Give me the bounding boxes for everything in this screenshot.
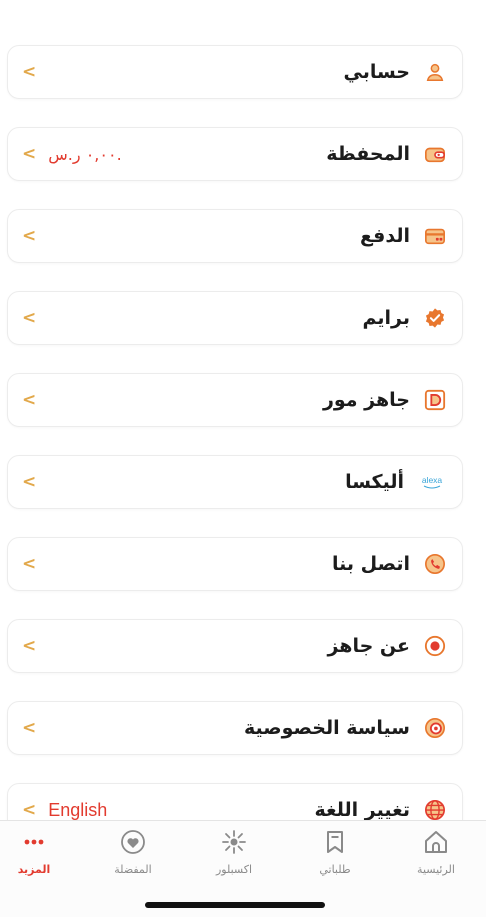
menu-item-contact-us[interactable]: < اتصل بنا <box>7 537 463 591</box>
more-dots-icon <box>21 829 47 859</box>
more-screen: < حسابي < ٠,٠٠ ر.س. المحفظة < الدفع < بر… <box>0 0 486 917</box>
menu-item-jahez-more[interactable]: < جاهز مور <box>7 373 463 427</box>
home-icon <box>423 829 449 859</box>
tab-label: اكسبلور <box>215 863 253 876</box>
tab-more[interactable]: المزيد <box>0 829 74 876</box>
tab-home[interactable]: الرئيسية <box>396 829 476 876</box>
menu-item-my-account[interactable]: < حسابي <box>7 45 463 99</box>
heart-icon <box>120 829 146 859</box>
wallet-balance: ٠,٠٠ ر.س. <box>48 144 122 164</box>
menu-item-label: الدفع <box>359 225 410 247</box>
menu-item-label: اتصل بنا <box>332 553 410 575</box>
chevron-left-icon: < <box>22 61 37 82</box>
globe-icon <box>424 799 446 820</box>
tab-favorites[interactable]: المفضلة <box>93 829 173 876</box>
tab-label: طلباتي <box>319 863 351 876</box>
shield-icon <box>424 717 446 739</box>
tab-label: الرئيسية <box>417 863 455 876</box>
chevron-left-icon: < <box>22 143 37 164</box>
tab-explore[interactable]: اكسبلور <box>194 829 274 876</box>
bookmark-icon <box>322 829 348 859</box>
chevron-left-icon: < <box>22 717 37 738</box>
menu-item-label: برايم <box>362 307 411 329</box>
tab-label: المزيد <box>17 863 51 876</box>
chevron-left-icon: < <box>22 225 37 246</box>
menu-item-wallet[interactable]: < ٠,٠٠ ر.س. المحفظة <box>7 127 463 181</box>
menu-item-about-jahez[interactable]: < عن جاهز <box>7 619 463 673</box>
chevron-left-icon: < <box>22 471 37 492</box>
menu-list: < حسابي < ٠,٠٠ ر.س. المحفظة < الدفع < بر… <box>0 0 486 820</box>
menu-item-label: عن جاهز <box>327 635 410 657</box>
person-icon <box>424 61 446 83</box>
menu-item-label: تغيير اللغة <box>314 799 410 820</box>
menu-item-label: سياسة الخصوصية <box>243 717 410 739</box>
chevron-left-icon: < <box>22 635 37 656</box>
menu-item-label: جاهز مور <box>322 389 410 411</box>
menu-item-prime[interactable]: < برايم <box>7 291 463 345</box>
home-indicator <box>145 902 325 908</box>
menu-item-label: المحفظة <box>326 143 410 165</box>
alexa-logo-icon: alexa <box>418 471 446 493</box>
chevron-left-icon: < <box>22 389 37 410</box>
phone-icon <box>424 553 446 575</box>
chevron-left-icon: < <box>22 553 37 574</box>
prime-badge-icon <box>424 307 446 329</box>
card-icon <box>424 225 446 247</box>
tab-label: المفضلة <box>114 863 152 876</box>
menu-item-privacy-policy[interactable]: < سياسة الخصوصية <box>7 701 463 755</box>
menu-item-label: حسابي <box>343 61 410 83</box>
tab-my-orders[interactable]: طلباتي <box>295 829 375 876</box>
menu-item-payment[interactable]: < الدفع <box>7 209 463 263</box>
sparkle-icon <box>221 829 247 859</box>
language-value: English <box>48 799 108 820</box>
menu-item-change-language[interactable]: < English تغيير اللغة <box>7 783 463 820</box>
menu-item-alexa[interactable]: < أليكسا alexa <box>7 455 463 509</box>
wallet-icon <box>424 143 446 165</box>
chevron-left-icon: < <box>22 307 37 328</box>
menu-item-label: أليكسا <box>345 471 404 493</box>
alexa-logo-text: alexa <box>422 475 443 485</box>
target-icon <box>424 635 446 657</box>
chevron-left-icon: < <box>22 799 37 820</box>
d-logo-icon <box>424 389 446 411</box>
